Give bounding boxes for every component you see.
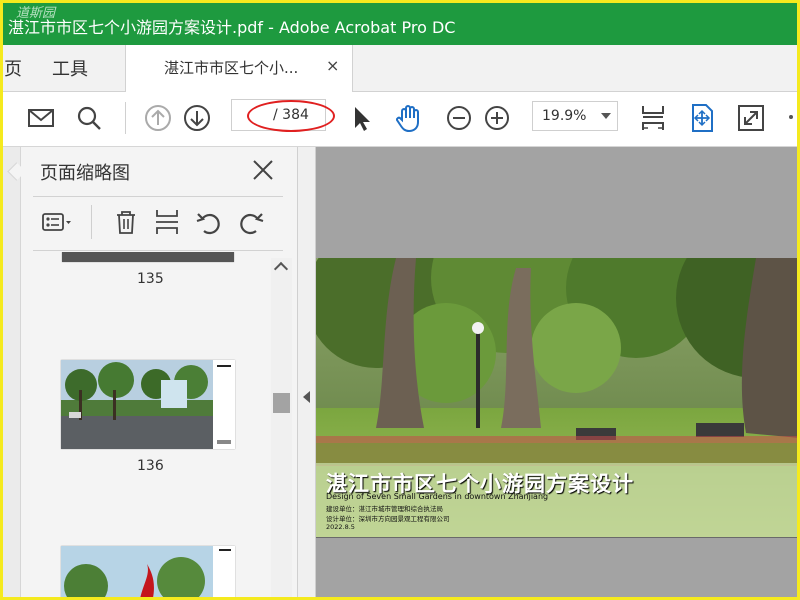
pane-edge <box>0 147 21 600</box>
panel-divider <box>33 196 283 197</box>
build-unit: 建设单位：湛江市城市管理和综合执法局 <box>326 505 443 513</box>
scroll-up-icon[interactable] <box>273 261 289 277</box>
insert-page-icon[interactable] <box>151 206 183 238</box>
scroll-mode-icon[interactable] <box>636 101 670 135</box>
window-title: 湛江市市区七个小游园方案设计.pdf - Adobe Acrobat Pro D… <box>8 18 456 37</box>
toolbar <box>0 92 800 147</box>
search-icon[interactable] <box>72 101 106 135</box>
collapse-arrow-icon[interactable] <box>303 391 310 403</box>
chevron-down-icon <box>601 113 611 119</box>
document-tab[interactable]: 湛江市市区七个小... × <box>125 45 353 92</box>
fit-page-icon[interactable] <box>685 101 719 135</box>
panel-title: 页面缩略图 <box>40 163 130 184</box>
zoom-select[interactable]: 19.9% <box>532 101 618 131</box>
pdf-page[interactable]: 湛江市市区七个小游园方案设计 Design of Seven Small Gar… <box>316 258 800 538</box>
menu-home[interactable]: 页 <box>4 55 22 81</box>
more-icon[interactable] <box>789 115 793 119</box>
arrow-down-circle-icon[interactable] <box>180 101 214 135</box>
arrow-up-circle-icon[interactable] <box>141 101 175 135</box>
panel-tool-separator <box>91 205 92 239</box>
document-date: 2022.8.5 <box>326 523 355 531</box>
page-total: / 384 <box>273 107 309 123</box>
document-subtitle: Design of Seven Small Gardens in downtow… <box>326 492 549 501</box>
zoom-in-icon[interactable] <box>480 101 514 135</box>
zoom-value: 19.9% <box>542 108 587 124</box>
thumbnail-page-number: 136 <box>137 458 164 474</box>
rotate-left-icon[interactable] <box>193 206 225 238</box>
menu-tools[interactable]: 工具 <box>52 55 88 81</box>
fullscreen-icon[interactable] <box>734 101 768 135</box>
thumbnail-page[interactable] <box>61 360 235 449</box>
zoom-out-icon[interactable] <box>442 101 476 135</box>
rotate-right-icon[interactable] <box>235 206 267 238</box>
page-number-input[interactable] <box>234 103 274 129</box>
design-unit: 设计单位：深圳市方向园景观工程有限公司 <box>326 515 450 523</box>
cursor-arrow-icon[interactable] <box>344 101 378 135</box>
title-bar: 道斯园 湛江市市区七个小游园方案设计.pdf - Adobe Acrobat P… <box>0 0 800 45</box>
pane-collapse-handle[interactable] <box>298 147 316 600</box>
page-number-box[interactable]: / 384 <box>231 99 326 131</box>
tab-close-icon[interactable]: × <box>326 56 339 75</box>
thumbnail-page[interactable] <box>61 546 235 600</box>
panel-divider-2 <box>33 250 283 251</box>
thumbnail-page-number: 135 <box>137 271 164 287</box>
hand-icon[interactable] <box>392 101 426 135</box>
scrollbar-thumb[interactable] <box>273 393 290 413</box>
mail-icon[interactable] <box>24 101 58 135</box>
menu-row: 页 工具 <box>0 45 800 92</box>
close-icon[interactable] <box>250 157 276 183</box>
trash-icon[interactable] <box>110 206 142 238</box>
toolbar-separator <box>125 102 126 134</box>
thumbnail-options-icon[interactable] <box>40 206 72 238</box>
thumbnail-list: 135 136 <box>24 252 270 600</box>
tab-label: 湛江市市区七个小... <box>164 59 299 77</box>
thumbnail-partial[interactable] <box>62 252 234 262</box>
thumbnail-scrollbar[interactable] <box>271 258 292 600</box>
